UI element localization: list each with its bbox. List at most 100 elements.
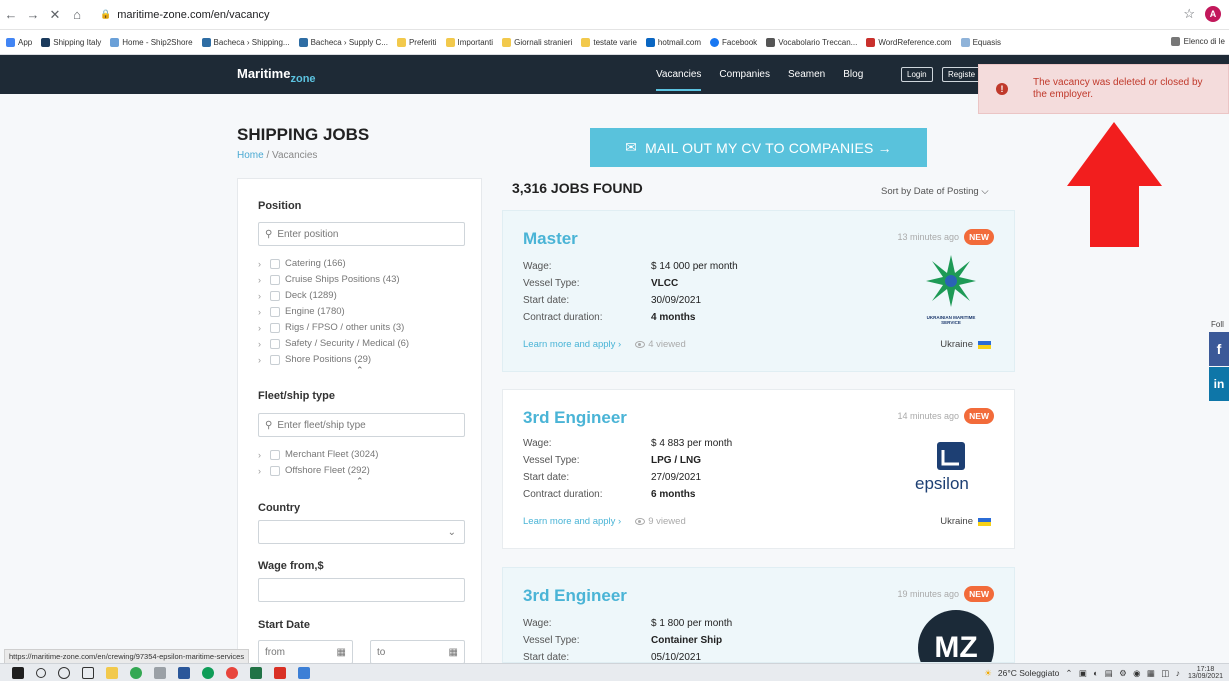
nav-blog[interactable]: Blog (843, 69, 863, 91)
fleet-option[interactable]: › Offshore Fleet (292) (258, 465, 370, 476)
wage-input[interactable] (258, 578, 465, 602)
nav-seamen[interactable]: Seamen (788, 69, 825, 91)
taskbar: ☀ 26°C Soleggiato ⌃ ▣ ◐ ▤ ⚙ ◉ ▦ ◫ ♪ 17:1… (0, 663, 1229, 681)
position-option[interactable]: › Shore Positions (29) (258, 354, 371, 365)
job-card[interactable]: 3rd Engineer 19 minutes ago NEW Wage: $ 1… (502, 567, 1015, 663)
bookmark-item[interactable]: Equasis (960, 37, 1001, 47)
task-view-icon[interactable] (82, 666, 94, 679)
checkbox[interactable] (270, 465, 280, 476)
windows-start-icon[interactable] (12, 666, 24, 679)
position-option[interactable]: › Rigs / FPSO / other units (3) (258, 322, 404, 333)
facebook-icon[interactable]: f (1209, 332, 1229, 366)
checkbox[interactable] (270, 274, 280, 285)
position-option[interactable]: › Cruise Ships Positions (43) (258, 274, 400, 285)
bookmark-item[interactable]: Preferiti (396, 37, 437, 47)
learn-more-link[interactable]: Learn more and apply › (523, 339, 621, 350)
position-option[interactable]: › Engine (1780) (258, 306, 345, 317)
search-icon[interactable] (36, 667, 46, 678)
country-select[interactable]: ⌄ (258, 520, 465, 544)
apps-icon (6, 37, 15, 47)
chevron-right-icon[interactable]: › (258, 259, 265, 269)
chevron-right-icon[interactable]: › (258, 323, 265, 333)
chevron-right-icon[interactable]: › (258, 307, 265, 317)
url-field[interactable]: 🔒 maritime-zone.com/en/vacancy (100, 9, 269, 21)
bookmark-item[interactable]: Giornali stranieri (502, 37, 572, 47)
back-arrow-icon[interactable]: ← (0, 7, 22, 22)
bookmark-item[interactable]: Shipping Italy (41, 37, 101, 47)
home-icon[interactable]: ⌂ (66, 7, 88, 22)
bookmark-item[interactable]: App (6, 37, 32, 47)
reading-list[interactable]: Elenco di le (1164, 37, 1225, 46)
acrobat-icon[interactable] (274, 666, 286, 679)
excel-icon[interactable] (250, 666, 262, 679)
checkbox[interactable] (270, 322, 280, 333)
word-icon[interactable] (178, 666, 190, 679)
checkbox[interactable] (270, 290, 280, 301)
site-logo[interactable]: Maritimezone (237, 66, 316, 85)
stop-icon[interactable]: ✕ (44, 7, 66, 23)
register-button[interactable]: Registe (942, 67, 981, 82)
chevron-right-icon[interactable]: › (258, 466, 265, 476)
bookmark-item[interactable]: hotmail.com (645, 37, 701, 47)
position-option[interactable]: › Safety / Security / Medical (6) (258, 338, 409, 349)
folder-icon (445, 37, 455, 47)
job-title[interactable]: 3rd Engineer (523, 408, 627, 428)
job-title[interactable]: Master (523, 229, 578, 249)
bookmark-item[interactable]: Bacheca › Shipping... (201, 37, 290, 47)
bookmark-item[interactable]: Facebook (710, 37, 757, 47)
position-option[interactable]: › Catering (166) (258, 258, 346, 269)
nav-companies[interactable]: Companies (719, 69, 770, 91)
position-option[interactable]: › Deck (1289) (258, 290, 337, 301)
start-date-to[interactable]: to ▦ (370, 640, 465, 664)
bookmark-star-icon[interactable]: ☆ (1183, 6, 1195, 22)
chevron-right-icon[interactable]: › (258, 450, 265, 460)
file-explorer-icon[interactable] (106, 666, 118, 679)
learn-more-link[interactable]: Learn more and apply › (523, 516, 621, 527)
cortana-icon[interactable] (58, 666, 70, 679)
chevron-right-icon[interactable]: › (258, 355, 265, 365)
checkbox[interactable] (270, 354, 280, 365)
fleet-option[interactable]: › Merchant Fleet (3024) (258, 449, 378, 460)
profile-avatar[interactable]: A (1205, 6, 1221, 22)
bookmark-item[interactable]: testate varie (581, 37, 637, 47)
checkbox[interactable] (270, 306, 280, 317)
forward-arrow-icon[interactable]: → (22, 7, 44, 22)
job-title[interactable]: 3rd Engineer (523, 586, 627, 606)
checkbox[interactable] (270, 338, 280, 349)
sort-dropdown[interactable]: Sort by Date of Posting ⌵ (881, 186, 989, 197)
facebook-icon (710, 37, 720, 47)
chevron-right-icon[interactable]: › (258, 275, 265, 285)
job-card[interactable]: Master 13 minutes ago NEW Wage: $ 14 000 … (502, 210, 1015, 372)
clock[interactable]: 17:18 13/09/2021 (1188, 666, 1223, 680)
tool-icon[interactable] (154, 666, 166, 679)
position-input[interactable]: ⚲ Enter position (258, 222, 465, 246)
breadcrumb-home[interactable]: Home (237, 150, 264, 161)
weather-icon[interactable]: ☀ (984, 668, 992, 679)
fleet-input[interactable]: ⚲ Enter fleet/ship type (258, 413, 465, 437)
bookmark-item[interactable]: Home - Ship2Shore (110, 37, 193, 47)
bookmark-item[interactable]: WordReference.com (866, 37, 952, 47)
bookmark-item[interactable]: Importanti (445, 37, 493, 47)
linkedin-icon[interactable]: in (1209, 367, 1229, 401)
bookmark-item[interactable]: Vocabolario Treccan... (766, 37, 857, 47)
start-date-from[interactable]: from ▦ (258, 640, 353, 664)
tray-icons[interactable]: ⌃ ▣ ◐ ▤ ⚙ ◉ ▦ ◫ ♪ (1065, 668, 1182, 679)
photos-icon[interactable] (298, 666, 310, 679)
bookmark-item[interactable]: Bacheca › Supply C... (298, 37, 388, 47)
collapse-caret-icon[interactable]: ⌃ (356, 365, 364, 376)
checkbox[interactable] (270, 258, 280, 269)
nav-vacancies[interactable]: Vacancies (656, 69, 702, 91)
job-card[interactable]: 3rd Engineer 14 minutes ago NEW Wage: $ 4… (502, 389, 1015, 549)
chrome-alt-icon[interactable] (226, 666, 238, 679)
collapse-caret-icon[interactable]: ⌃ (356, 476, 364, 487)
weather-text[interactable]: 26°C Soleggiato (998, 668, 1060, 678)
edge-icon[interactable] (202, 666, 214, 679)
main-nav: Vacancies Companies Seamen Blog (656, 69, 863, 91)
chevron-right-icon[interactable]: › (258, 339, 265, 349)
chrome-icon[interactable] (130, 666, 142, 679)
login-button[interactable]: Login (901, 67, 933, 82)
checkbox[interactable] (270, 449, 280, 460)
chevron-right-icon[interactable]: › (258, 291, 265, 301)
mail-cv-button[interactable]: ✉ MAIL OUT MY CV TO COMPANIES → (590, 128, 927, 167)
company-logo-star (926, 255, 976, 307)
